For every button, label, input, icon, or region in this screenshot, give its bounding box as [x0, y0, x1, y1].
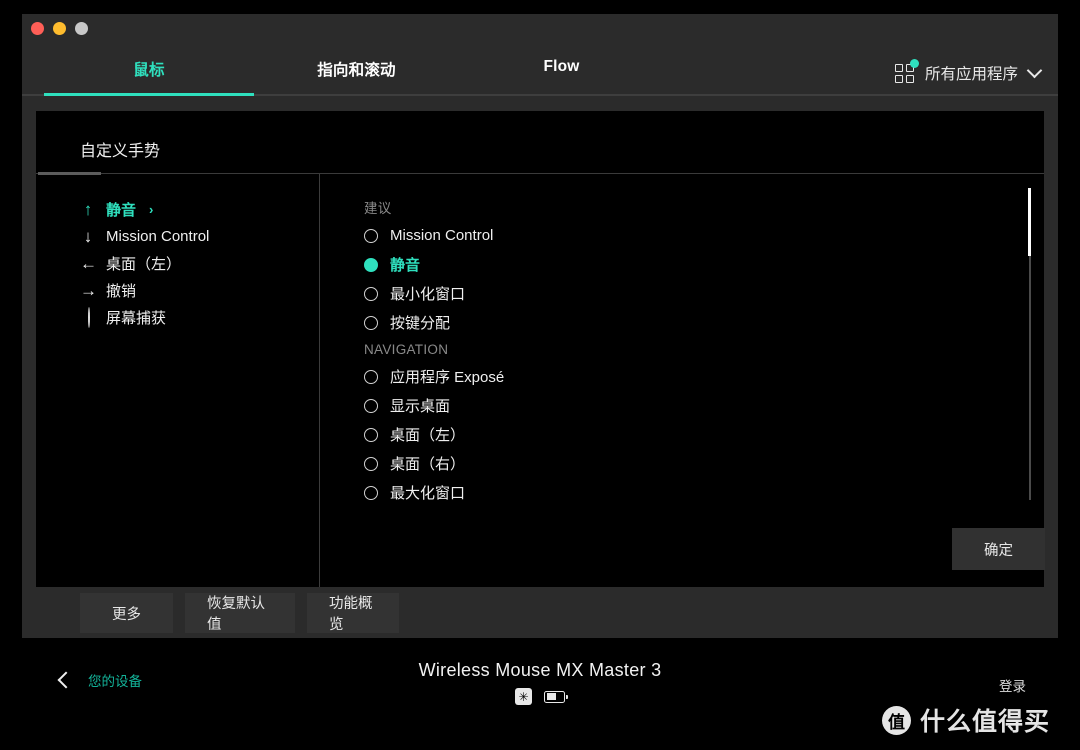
gesture-row-mission-control[interactable]: ↓ Mission Control [80, 223, 313, 250]
arrow-right-icon: → [80, 281, 97, 300]
tab-mouse-label: 鼠标 [133, 62, 165, 79]
minimize-window-icon[interactable] [53, 22, 66, 35]
gesture-row-undo[interactable]: → 撤销 [80, 277, 313, 304]
arrow-left-icon: ← [80, 254, 97, 273]
gesture-row-desktop-left[interactable]: ← 桌面（左） [80, 250, 313, 277]
more-button[interactable]: 更多 [80, 593, 173, 633]
gesture-direction-pane: ↑ 静音 › ↓ Mission Control ← 桌面（左） → 撤销 屏幕… [36, 174, 319, 587]
option-desktop-right[interactable]: 桌面（右） [364, 449, 1004, 478]
option-show-desktop[interactable]: 显示桌面 [364, 391, 1004, 420]
confirm-button[interactable]: 确定 [952, 528, 1045, 570]
watermark-text: 什么值得买 [919, 708, 1050, 736]
tab-mouse[interactable]: 鼠标 [44, 58, 254, 96]
option-maximize-window[interactable]: 最大化窗口 [364, 478, 1004, 507]
gesture-label-mute: 静音 [106, 202, 137, 219]
app-status-dot-icon [909, 58, 919, 68]
gesture-list: ↑ 静音 › ↓ Mission Control ← 桌面（左） → 撤销 屏幕… [80, 196, 313, 331]
confirm-button-label: 确定 [984, 542, 1013, 559]
scrollbar-thumb[interactable] [1028, 188, 1031, 256]
option-minimize-window[interactable]: 最小化窗口 [364, 279, 1004, 308]
tab-point-and-scroll[interactable]: 指向和滚动 [254, 58, 459, 96]
title-bar: 鼠标 指向和滚动 Flow 所有应用程序 [22, 14, 1058, 96]
feature-overview-button[interactable]: 功能概览 [307, 593, 399, 633]
action-scroll-area[interactable]: 建议 Mission Control 静音 最小化窗口 按键分配 NAVIGAT… [320, 174, 1044, 587]
more-button-label: 更多 [112, 606, 141, 623]
option-label-minimize-window: 最小化窗口 [390, 286, 466, 303]
option-label-desktop-right: 桌面（右） [390, 456, 466, 473]
restore-defaults-button-label: 恢复默认值 [207, 596, 265, 633]
zoom-window-icon[interactable] [75, 22, 88, 35]
watermark: 值 什么值得买 [881, 702, 1050, 738]
radio-icon [364, 427, 378, 442]
radio-icon [364, 369, 378, 384]
gesture-label-desktop-left: 桌面（左） [106, 256, 182, 273]
unifying-receiver-icon: ✳ [515, 688, 532, 705]
chevron-down-icon [1026, 62, 1043, 79]
close-window-icon[interactable] [31, 22, 44, 35]
option-keystroke-assignment[interactable]: 按键分配 [364, 308, 1004, 337]
radio-icon [364, 398, 378, 413]
option-label-keystroke-assignment: 按键分配 [390, 315, 451, 332]
footer-bar: 您的设备 Wireless Mouse MX Master 3 ✳ 登录 值 什… [0, 638, 1080, 750]
radio-icon [364, 286, 378, 301]
restore-defaults-button[interactable]: 恢复默认值 [185, 593, 295, 633]
tab-flow-label: Flow [543, 58, 580, 75]
gesture-row-screen-capture[interactable]: 屏幕捕获 [80, 304, 313, 331]
battery-icon [544, 690, 568, 703]
radio-icon [364, 228, 378, 243]
feature-overview-button-label: 功能概览 [329, 596, 373, 633]
all-applications-label: 所有应用程序 [924, 66, 1018, 83]
gesture-label-screen-capture: 屏幕捕获 [106, 310, 167, 327]
dialog-panes: ↑ 静音 › ↓ Mission Control ← 桌面（左） → 撤销 屏幕… [36, 174, 1044, 587]
login-label: 登录 [999, 679, 1026, 694]
option-label-mission-control: Mission Control [390, 227, 494, 244]
radio-icon [364, 315, 378, 330]
option-mute[interactable]: 静音 [364, 250, 1004, 279]
device-name: Wireless Mouse MX Master 3 [418, 660, 662, 680]
option-label-desktop-left: 桌面（左） [390, 427, 466, 444]
dialog-title: 自定义手势 [80, 143, 161, 160]
gesture-label-undo: 撤销 [106, 283, 137, 300]
arrow-down-icon: ↓ [83, 227, 93, 246]
group-label-suggested: 建议 [364, 201, 392, 216]
action-options-pane: 建议 Mission Control 静音 最小化窗口 按键分配 NAVIGAT… [320, 174, 1044, 587]
screen: 鼠标 指向和滚动 Flow 所有应用程序 自定义手势 ↑ 静音 › ↓ Miss… [0, 0, 1080, 750]
gesture-label-mission-control: Mission Control [106, 228, 210, 245]
action-list: 建议 Mission Control 静音 最小化窗口 按键分配 NAVIGAT… [364, 196, 1004, 507]
radio-selected-icon [364, 257, 378, 272]
tab-point-and-scroll-label: 指向和滚动 [317, 62, 396, 79]
gesture-row-mute[interactable]: ↑ 静音 › [80, 196, 313, 223]
login-link[interactable]: 登录 [999, 675, 1026, 695]
circle-icon [80, 307, 96, 328]
tab-active-indicator [44, 93, 254, 96]
tab-flow[interactable]: Flow [459, 58, 664, 96]
group-label-navigation: NAVIGATION [364, 342, 449, 357]
option-application-expose[interactable]: 应用程序 Exposé [364, 362, 1004, 391]
radio-icon [364, 485, 378, 500]
dialog-action-buttons: 更多 恢复默认值 功能概览 [80, 593, 399, 633]
device-info: Wireless Mouse MX Master 3 ✳ [0, 660, 1080, 705]
arrow-up-icon: ↑ [83, 200, 93, 219]
all-applications-selector[interactable]: 所有应用程序 [894, 58, 1043, 84]
app-window: 鼠标 指向和滚动 Flow 所有应用程序 自定义手势 ↑ 静音 › ↓ Miss… [22, 14, 1058, 638]
watermark-badge-icon: 值 [881, 705, 911, 735]
traffic-light-buttons [31, 22, 88, 35]
grid-icon [894, 58, 919, 84]
chevron-right-icon: › [149, 202, 154, 217]
option-desktop-left[interactable]: 桌面（左） [364, 420, 1004, 449]
option-mission-control[interactable]: Mission Control [364, 221, 1004, 250]
option-label-application-expose: 应用程序 Exposé [390, 369, 505, 386]
option-label-maximize-window: 最大化窗口 [390, 485, 466, 502]
option-label-mute: 静音 [390, 257, 421, 274]
option-label-show-desktop: 显示桌面 [390, 398, 451, 415]
unifying-receiver-glyph: ✳ [518, 689, 529, 704]
radio-icon [364, 456, 378, 471]
customize-gesture-dialog: 自定义手势 ↑ 静音 › ↓ Mission Control ← 桌面（左） →… [36, 111, 1045, 587]
